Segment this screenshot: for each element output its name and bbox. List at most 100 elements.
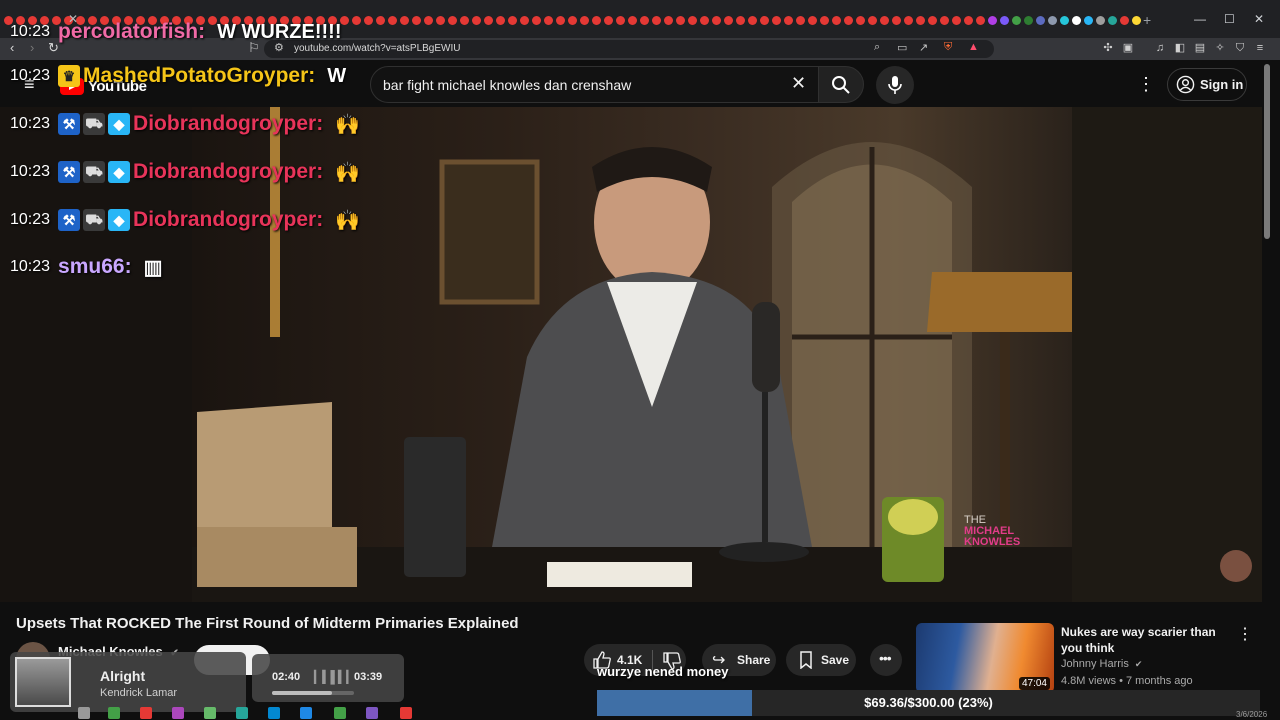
tab-favicon[interactable] (916, 16, 925, 25)
taskbar-icon[interactable] (300, 707, 312, 719)
tab-favicon[interactable] (1012, 16, 1021, 25)
tab-favicon[interactable] (700, 16, 709, 25)
tab-favicon[interactable] (1120, 16, 1129, 25)
tab-favicon[interactable] (772, 16, 781, 25)
minimize-icon[interactable]: — (1194, 12, 1206, 26)
settings-kebab-icon[interactable]: ⋮ (1137, 74, 1155, 95)
tab-favicon[interactable] (460, 16, 469, 25)
recommendation-menu-icon[interactable]: ⋮ (1237, 624, 1253, 644)
menu-icon[interactable]: ≡ (1253, 41, 1267, 55)
tab-favicon[interactable] (580, 16, 589, 25)
tab-favicon[interactable] (1048, 16, 1057, 25)
taskbar-icon[interactable] (268, 707, 280, 719)
tab-favicon[interactable] (352, 16, 361, 25)
tab-favicon[interactable] (544, 16, 553, 25)
tab-favicon[interactable] (568, 16, 577, 25)
search-input[interactable]: bar fight michael knowles dan crenshaw (370, 66, 820, 103)
tab-favicon[interactable] (1072, 16, 1081, 25)
media-icon[interactable]: ♫ (1153, 41, 1167, 55)
tab-favicon[interactable] (952, 16, 961, 25)
tab-favicon[interactable] (1084, 16, 1093, 25)
leo-icon[interactable]: ✧ (1213, 41, 1227, 55)
wallet-icon[interactable]: ▤ (1193, 41, 1207, 55)
tab-favicon[interactable] (400, 16, 409, 25)
taskbar-icon[interactable] (334, 707, 346, 719)
tab-favicon[interactable] (520, 16, 529, 25)
tab-favicon[interactable] (1036, 16, 1045, 25)
tab-favicon[interactable] (388, 16, 397, 25)
tab-favicon[interactable] (628, 16, 637, 25)
tab-favicon[interactable] (976, 16, 985, 25)
tab-favicon[interactable] (436, 16, 445, 25)
share-page-icon[interactable]: ↗ (919, 41, 928, 54)
vpn-icon[interactable]: ⛉ (1233, 41, 1247, 55)
tab-favicon[interactable] (808, 16, 817, 25)
tab-favicon[interactable] (676, 16, 685, 25)
scrollbar-thumb[interactable] (1264, 64, 1270, 239)
recommendation-thumbnail[interactable]: 47:04 (916, 623, 1054, 693)
tab-favicon[interactable] (940, 16, 949, 25)
tab-favicon[interactable] (604, 16, 613, 25)
tab-favicon[interactable] (844, 16, 853, 25)
floating-avatar[interactable] (1220, 550, 1252, 582)
tab-favicon[interactable] (364, 16, 373, 25)
extensions-icon[interactable]: ✣ (1101, 41, 1115, 55)
tab-favicon[interactable] (688, 16, 697, 25)
tab-favicon[interactable] (472, 16, 481, 25)
tab-favicon[interactable] (712, 16, 721, 25)
cast-icon[interactable]: ▭ (897, 41, 907, 54)
clear-search-icon[interactable]: ✕ (791, 74, 806, 92)
taskbar-icon[interactable] (204, 707, 216, 719)
tab-favicon[interactable] (496, 16, 505, 25)
tab-favicon[interactable] (904, 16, 913, 25)
tab-favicon[interactable] (880, 16, 889, 25)
maximize-icon[interactable]: ☐ (1224, 12, 1235, 26)
reader-icon[interactable]: ▣ (1121, 41, 1135, 55)
sidebar-icon[interactable]: ◧ (1173, 41, 1187, 55)
search-query[interactable]: bar fight michael knowles dan crenshaw (383, 77, 631, 93)
tab-favicon[interactable] (868, 16, 877, 25)
taskbar-icon[interactable] (172, 707, 184, 719)
new-tab-button[interactable]: + (1143, 12, 1151, 28)
tab-favicon[interactable] (1132, 16, 1141, 25)
save-button[interactable]: Save (786, 644, 856, 676)
tab-favicon[interactable] (796, 16, 805, 25)
tab-favicon[interactable] (616, 16, 625, 25)
tab-favicon[interactable] (1024, 16, 1033, 25)
tab-favicon[interactable] (508, 16, 517, 25)
tab-favicon[interactable] (592, 16, 601, 25)
sign-in-button[interactable]: Sign in (1167, 68, 1247, 101)
recommendation-channel-name[interactable]: Johnny Harris (1061, 658, 1129, 670)
tab-favicon[interactable] (988, 16, 997, 25)
url-field[interactable]: ⚙ youtube.com/watch?v=atsPLBgEWIU ⌕ ▭ ↗ … (264, 40, 994, 58)
recommendation-title[interactable]: Nukes are way scarier than you think (1061, 624, 1231, 656)
tab-favicon[interactable] (448, 16, 457, 25)
tab-favicon[interactable] (724, 16, 733, 25)
rewards-icon[interactable]: ▲ (968, 41, 979, 53)
tab-favicon[interactable] (664, 16, 673, 25)
taskbar-icon[interactable] (140, 707, 152, 719)
tab-favicon[interactable] (820, 16, 829, 25)
taskbar-icon[interactable] (366, 707, 378, 719)
voice-search-button[interactable] (876, 66, 914, 104)
tab-favicon[interactable] (532, 16, 541, 25)
taskbar-icon[interactable] (400, 707, 412, 719)
tab-favicon[interactable] (1108, 16, 1117, 25)
taskbar-icon[interactable] (108, 707, 120, 719)
page-scrollbar[interactable] (1262, 60, 1272, 710)
tab-favicon[interactable] (856, 16, 865, 25)
search-button[interactable] (818, 66, 864, 103)
tab-favicon[interactable] (640, 16, 649, 25)
zoom-icon[interactable]: ⌕ (874, 41, 880, 54)
tab-favicon[interactable] (928, 16, 937, 25)
tab-favicon[interactable] (748, 16, 757, 25)
tab-favicon[interactable] (1096, 16, 1105, 25)
tab-favicon[interactable] (760, 16, 769, 25)
recommendation-channel[interactable]: Johnny Harris ✔ (1061, 658, 1142, 670)
tab-favicon[interactable] (832, 16, 841, 25)
more-actions-button[interactable]: ••• (870, 644, 902, 676)
tab-favicon[interactable] (964, 16, 973, 25)
tab-favicon[interactable] (424, 16, 433, 25)
taskbar-icon[interactable] (236, 707, 248, 719)
taskbar-icon[interactable] (78, 707, 90, 719)
